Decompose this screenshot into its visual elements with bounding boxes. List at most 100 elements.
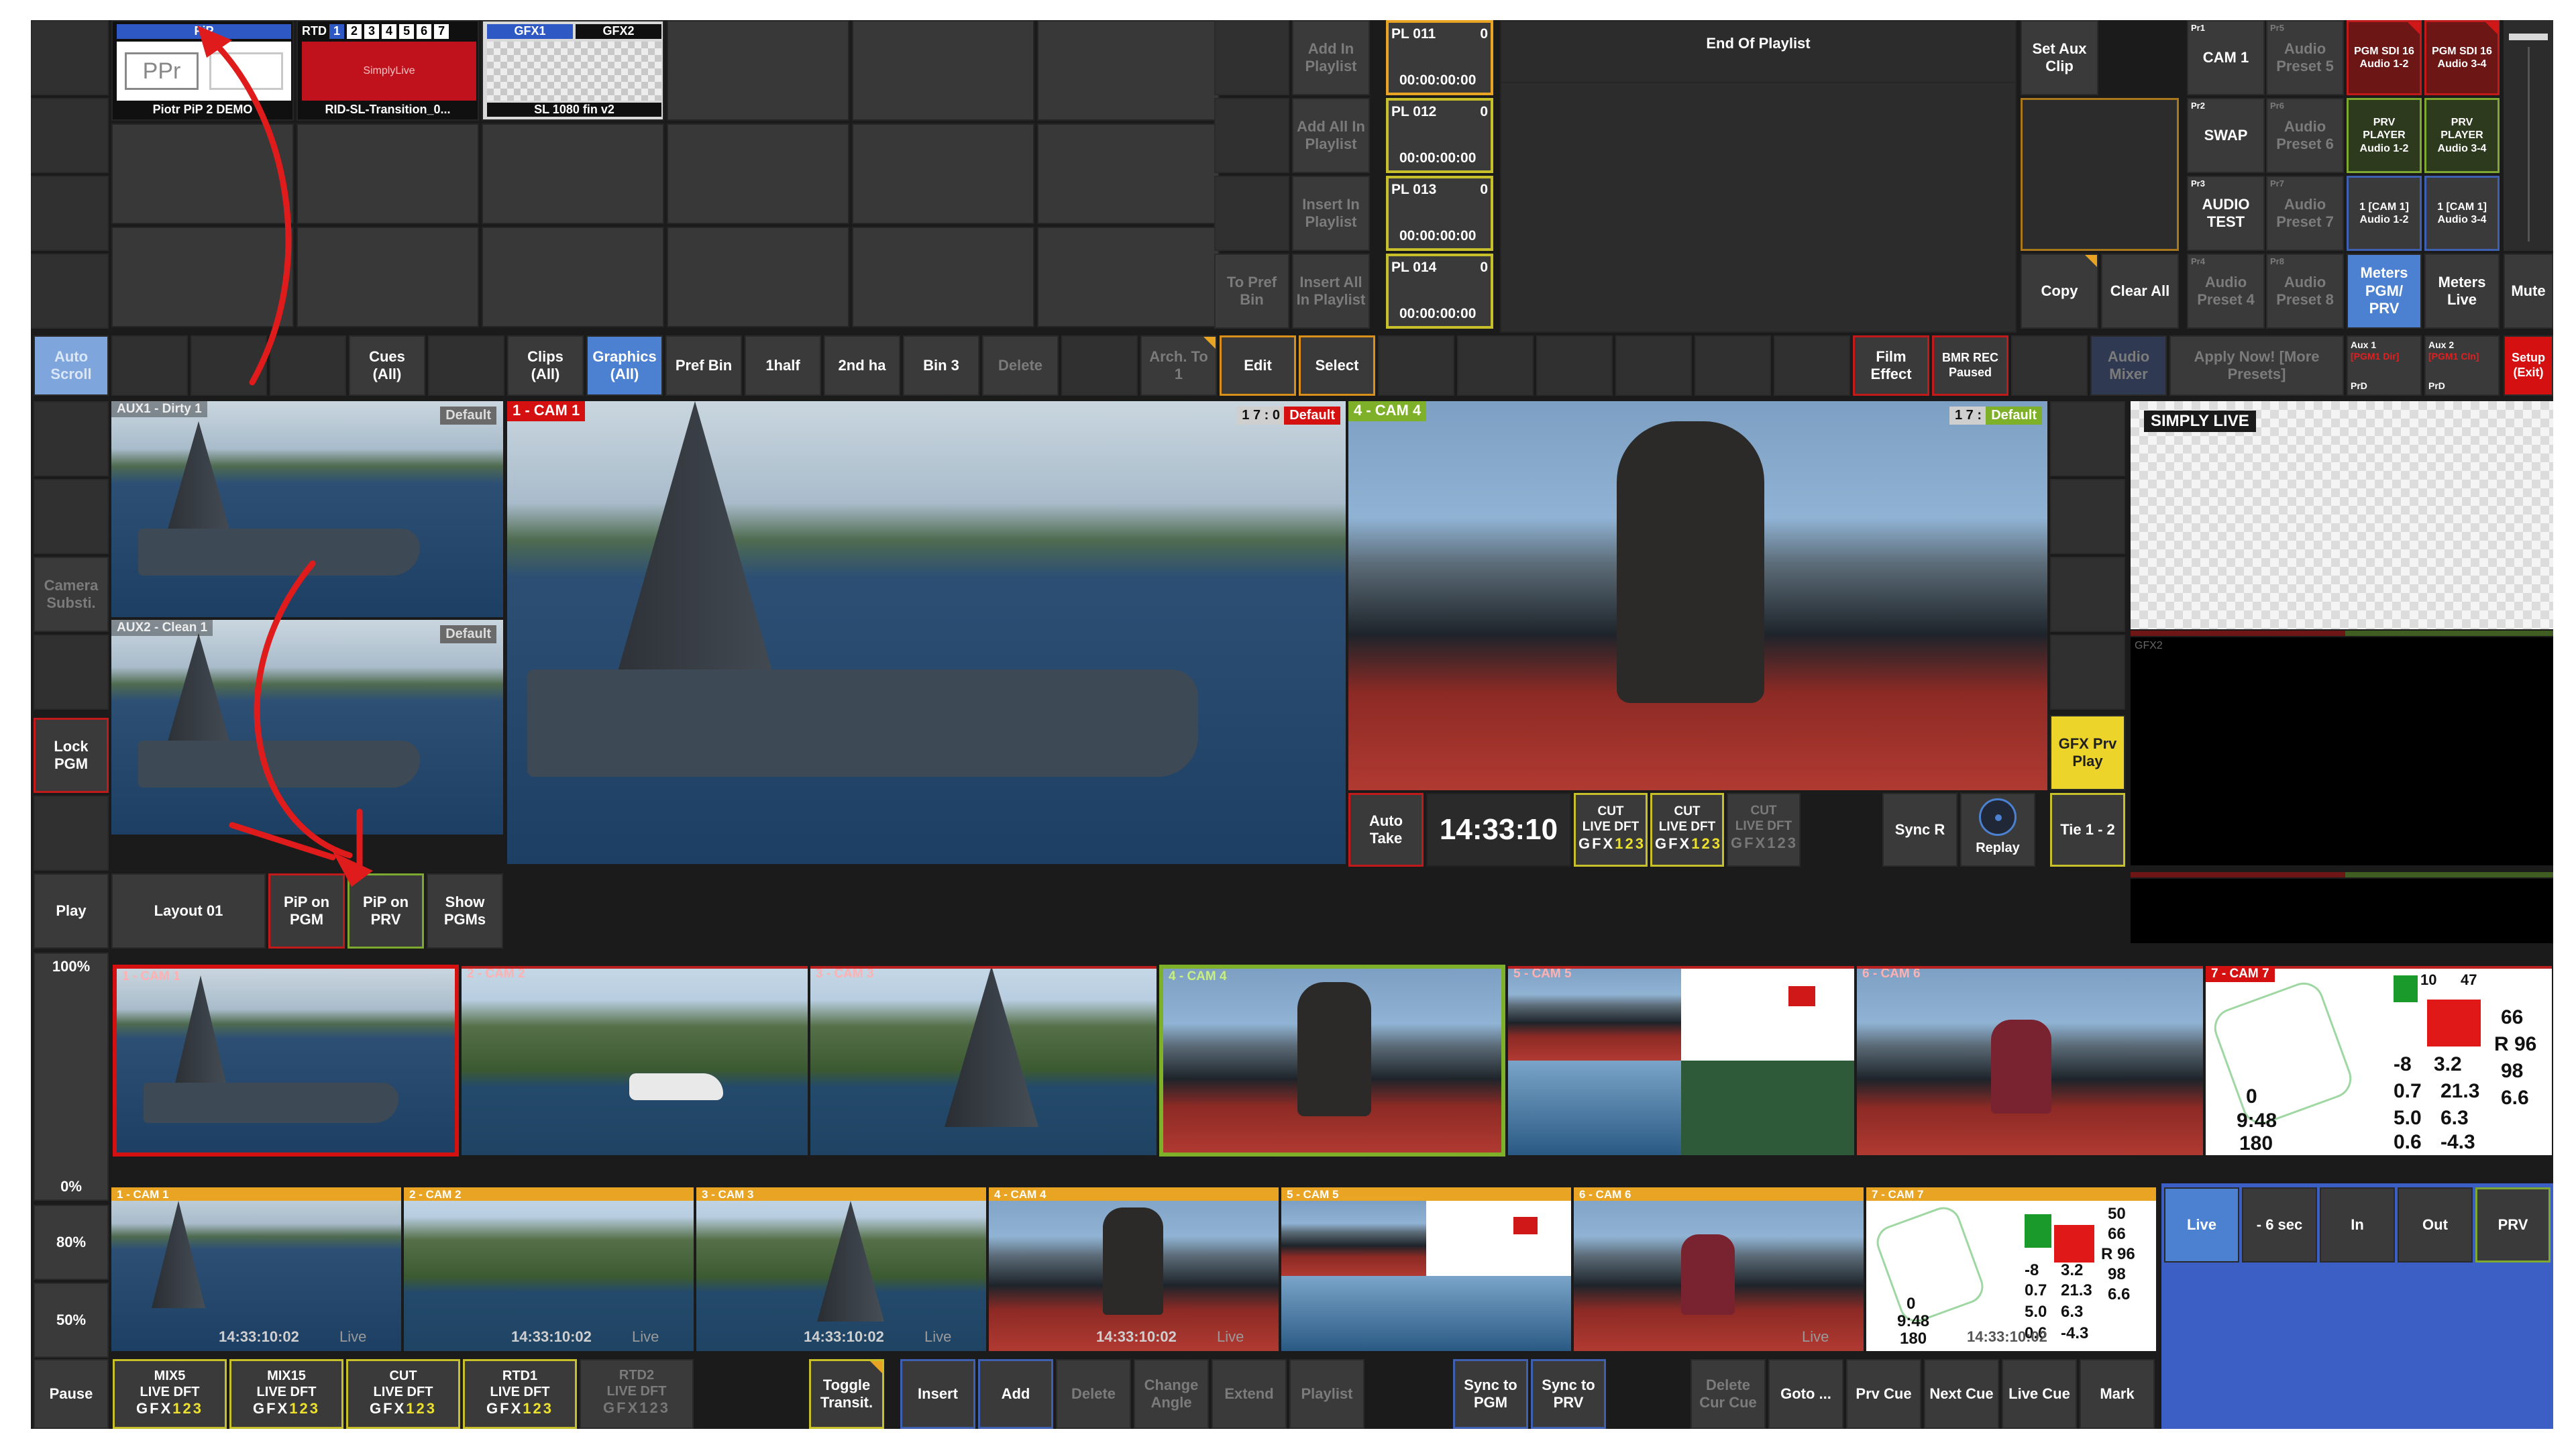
bin-tile-pip[interactable]: PiP PPr Piotr PiP 2 DEMO [111, 20, 294, 121]
meters-pgm-prv-button[interactable]: Meters PGM/ PRV [2347, 254, 2422, 329]
rtd-number[interactable]: 3 [364, 24, 380, 39]
empty-slot[interactable] [1214, 176, 1289, 251]
audio-preset-8[interactable]: Pr8 Audio Preset 8 [2266, 254, 2344, 329]
bin-tile-empty[interactable] [111, 227, 294, 327]
empty-slot[interactable] [270, 335, 346, 396]
clips-all-button[interactable]: Clips (All) [507, 335, 584, 396]
bmr-rec-button[interactable]: BMR REC Paused [1932, 335, 2008, 396]
empty-slot[interactable] [34, 796, 109, 871]
pgm-view[interactable]: 1 - CAM 1 1 7 : 0 Default [507, 401, 1346, 864]
zoom-slider[interactable]: 100% 0% [34, 953, 109, 1201]
replay-cam-tile[interactable]: 3 - CAM 3 14:33:10:02 Live [696, 1187, 986, 1351]
playlist-item[interactable]: PL 012 0 00:00:00:00 [1386, 98, 1493, 173]
live-button[interactable]: Live [2164, 1187, 2239, 1263]
add-all-in-playlist-button[interactable]: Add All In Playlist [1292, 98, 1370, 173]
pip-on-prv-button[interactable]: PiP on PRV [347, 873, 424, 949]
add-in-playlist-button[interactable]: Add In Playlist [1292, 20, 1370, 95]
live-cam-tile[interactable]: 6 - CAM 6 [1857, 966, 2203, 1155]
audio-route-prv-1-2[interactable]: PRV PLAYER Audio 1-2 [2347, 98, 2422, 173]
gfx2-monitor[interactable]: GFX2 [2131, 637, 2553, 865]
bin-3-button[interactable]: Bin 3 [903, 335, 979, 396]
bin-tile-empty[interactable] [482, 227, 664, 327]
graphics-all-button[interactable]: Graphics (All) [586, 335, 663, 396]
replay-button[interactable]: Replay [1960, 793, 2035, 867]
live-cam-tile[interactable]: 5 - CAM 5 [1508, 966, 1854, 1155]
camera-substitution-button[interactable]: Camera Substi. [34, 557, 109, 632]
live-cam-tile[interactable]: 4 - CAM 4 [1159, 965, 1505, 1157]
graphics-monitor[interactable]: SIMPLY LIVE [2131, 401, 2553, 629]
empty-slot[interactable] [1615, 335, 1692, 396]
mark-button[interactable]: Mark [2080, 1359, 2155, 1429]
aux2-view[interactable]: AUX2 - Clean 1 Default [111, 620, 503, 835]
aux2-routing-button[interactable]: Aux 2 [PGM1 Cln] PrD [2424, 335, 2500, 396]
rtd-number[interactable]: 2 [347, 24, 362, 39]
audio-preset-7[interactable]: Pr7 Audio Preset 7 [2266, 176, 2344, 251]
bin-tile-empty[interactable] [667, 123, 849, 224]
zoom-50-button[interactable]: 50% [34, 1283, 109, 1358]
bin-2nd-half-button[interactable]: 2nd ha [824, 335, 900, 396]
prv-cue-button[interactable]: Prv Cue [1846, 1359, 1921, 1429]
playlist-item[interactable]: PL 013 0 00:00:00:00 [1386, 176, 1493, 251]
add-button[interactable]: Add [978, 1359, 1053, 1429]
rtd-number[interactable]: 7 [434, 24, 449, 39]
empty-slot[interactable] [31, 20, 109, 95]
audio-route-cam1-3-4[interactable]: 1 [CAM 1] Audio 3-4 [2424, 176, 2500, 251]
edit-button[interactable]: Edit [1220, 335, 1296, 396]
meters-live-button[interactable]: Meters Live [2424, 254, 2500, 329]
empty-slot[interactable] [2050, 401, 2125, 476]
replay-cam-tile[interactable]: 5 - CAM 5 [1281, 1187, 1571, 1351]
live-cam-tile[interactable]: 1 - CAM 1 [113, 965, 459, 1157]
bin-tile-empty[interactable] [852, 123, 1034, 224]
empty-slot[interactable] [191, 335, 267, 396]
play-button[interactable]: Play [34, 873, 109, 949]
bin-tile-gfx[interactable]: GFX1 GFX2 SL 1080 fin v2 [482, 20, 664, 121]
live-cue-button[interactable]: Live Cue [2002, 1359, 2077, 1429]
empty-slot[interactable] [111, 335, 188, 396]
goto-button[interactable]: Goto ... [1768, 1359, 1843, 1429]
select-button[interactable]: Select [1299, 335, 1375, 396]
rtd-number[interactable]: 5 [399, 24, 415, 39]
pref-bin-button[interactable]: Pref Bin [665, 335, 742, 396]
rtd2-transition-button[interactable]: RTD2 LIVE DFT GFX123 [580, 1359, 694, 1429]
empty-slot[interactable] [1536, 335, 1613, 396]
bin-tile-empty[interactable] [297, 123, 479, 224]
rtd1-transition-button[interactable]: RTD1 LIVE DFT GFX123 [463, 1359, 577, 1429]
audio-preset-6[interactable]: Pr6 Audio Preset 6 [2266, 98, 2344, 173]
bin-tile-empty[interactable] [111, 123, 294, 224]
audio-preset-4[interactable]: Pr4 Audio Preset 4 [2187, 254, 2265, 329]
out-button[interactable]: Out [2398, 1187, 2473, 1263]
bin-tile-empty[interactable] [1037, 227, 1220, 327]
empty-slot[interactable] [2050, 635, 2125, 710]
replay-cam-tile-telemetry[interactable]: 7 - CAM 7 50 66 R 96 98 -8 3.2 0.7 21.3 … [1866, 1187, 2156, 1351]
sync-to-pgm-button[interactable]: Sync to PGM [1453, 1359, 1528, 1429]
insert-button[interactable]: Insert [900, 1359, 975, 1429]
playlist-item[interactable]: PL 014 0 00:00:00:00 [1386, 254, 1493, 329]
live-cam-tile[interactable]: 2 - CAM 2 [462, 966, 808, 1155]
audio-route-pgm-1-2[interactable]: PGM SDI 16 Audio 1-2 [2347, 20, 2422, 95]
pause-button[interactable]: Pause [34, 1359, 109, 1429]
replay-cam-tile[interactable]: 4 - CAM 4 14:33:10:02 Live [989, 1187, 1279, 1351]
bin-tile-empty[interactable] [852, 20, 1034, 121]
bin-tile-empty[interactable] [667, 20, 849, 121]
rtd-number[interactable]: 1 [329, 24, 345, 39]
audio-preset-5[interactable]: Pr5 Audio Preset 5 [2266, 20, 2344, 95]
bin-tile-empty[interactable] [852, 227, 1034, 327]
bin-tile-empty[interactable] [297, 227, 479, 327]
bin-tile-empty[interactable] [667, 227, 849, 327]
playlist-item[interactable]: PL 011 0 00:00:00:00 [1386, 20, 1493, 95]
minus-6-sec-button[interactable]: - 6 sec [2242, 1187, 2317, 1263]
extend-button[interactable]: Extend [1212, 1359, 1287, 1429]
insert-in-playlist-button[interactable]: Insert In Playlist [1292, 176, 1370, 251]
sync-r-button[interactable]: Sync R [1882, 793, 1957, 867]
empty-slot[interactable] [2050, 557, 2125, 632]
audio-route-prv-3-4[interactable]: PRV PLAYER Audio 3-4 [2424, 98, 2500, 173]
audio-route-pgm-3-4[interactable]: PGM SDI 16 Audio 3-4 [2424, 20, 2500, 95]
empty-slot[interactable] [1214, 98, 1289, 173]
set-aux-clip-button[interactable]: Set Aux Clip [2021, 20, 2098, 95]
empty-slot[interactable] [34, 401, 109, 476]
live-cam-tile-telemetry[interactable]: 7 - CAM 7 10 47 66 R 96 98 -8 3.2 0.7 21… [2206, 966, 2552, 1155]
bin-1half-button[interactable]: 1half [745, 335, 821, 396]
replay-cam-tile[interactable]: 1 - CAM 1 14:33:10:02 Live [111, 1187, 401, 1351]
copy-button[interactable]: Copy [2021, 254, 2098, 329]
film-effect-button[interactable]: Film Effect [1853, 335, 1929, 396]
